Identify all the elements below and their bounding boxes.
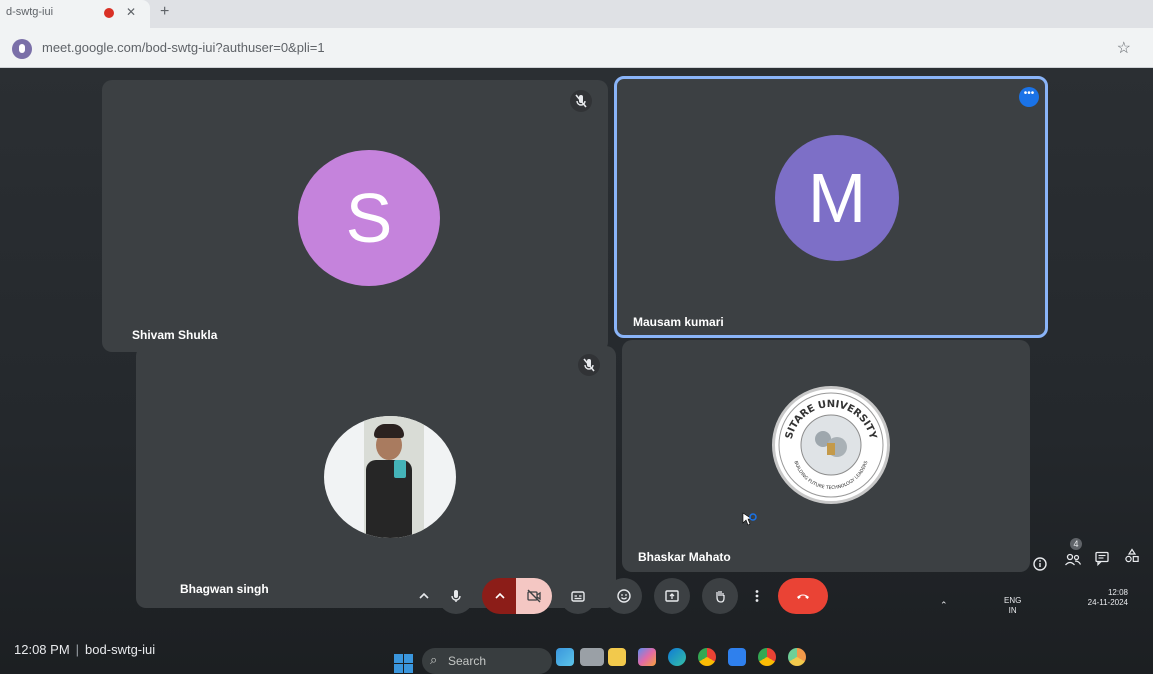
avatar: S <box>298 150 440 286</box>
star-icon[interactable]: ☆ <box>1117 38 1131 58</box>
meeting-time: 12:08 PM <box>14 642 70 657</box>
university-logo: SITARE UNIVERSITY BUILDING FUTURE TECHNO… <box>772 386 890 504</box>
chevron-up-icon[interactable]: ⌃ <box>940 600 948 610</box>
url-field[interactable]: meet.google.com/bod-swtg-iui?authuser=0&… <box>42 40 325 55</box>
participant-tile-mausam[interactable]: M ••• Mausam kumari <box>614 76 1048 338</box>
more-options-icon[interactable]: ••• <box>1019 87 1039 107</box>
chevron-up-icon <box>419 592 429 599</box>
edge-icon[interactable] <box>668 648 686 666</box>
emoji-icon <box>617 589 631 603</box>
reactions-button[interactable] <box>606 578 642 614</box>
tab-title: d-swtg-iui <box>6 6 54 18</box>
participant-tile-bhaskar[interactable]: SITARE UNIVERSITY BUILDING FUTURE TECHNO… <box>622 340 1030 572</box>
participant-tile-bhagwan[interactable]: Bhagwan singh <box>136 346 616 608</box>
system-tray: ⌃ <box>940 600 948 611</box>
clock-date: 24-11-2024 <box>1087 598 1128 607</box>
widgets-icon[interactable] <box>556 648 574 666</box>
windows-taskbar: ⌕ Search <box>370 640 1153 674</box>
info-icon[interactable] <box>1032 556 1054 578</box>
recording-dot-icon <box>104 8 114 18</box>
tab-strip: d-swtg-iui ✕ + <box>0 0 1153 28</box>
address-bar: meet.google.com/bod-swtg-iui?authuser=0&… <box>0 28 1153 68</box>
search-label: Search <box>448 654 487 668</box>
captions-icon <box>571 591 585 602</box>
audio-options-button[interactable] <box>412 578 436 614</box>
vscode-icon[interactable] <box>728 648 746 666</box>
participant-name: Shivam Shukla <box>132 328 218 342</box>
language-indicator[interactable]: ENG IN <box>1004 596 1021 616</box>
microphone-icon <box>451 590 461 602</box>
windows-start-icon[interactable] <box>394 654 414 674</box>
chrome-beta-icon[interactable] <box>758 648 776 666</box>
participant-name: Bhaskar Mahato <box>638 550 731 564</box>
raise-hand-button[interactable] <box>702 578 738 614</box>
browser-tab[interactable]: d-swtg-iui ✕ <box>0 0 150 28</box>
chevron-up-icon <box>495 592 505 599</box>
hand-icon <box>716 591 725 603</box>
people-icon[interactable] <box>1064 552 1086 574</box>
phone-hangup-icon <box>797 594 809 599</box>
site-info-icon[interactable] <box>12 39 32 59</box>
people-count-badge: 4 <box>1070 538 1082 550</box>
participant-name: Bhagwan singh <box>180 582 269 596</box>
mic-off-icon <box>570 90 592 112</box>
meeting-info: 12:08 PM | bod-swtg-iui <box>14 642 155 657</box>
tab-close-icon[interactable]: ✕ <box>126 5 136 19</box>
chrome-canary-icon[interactable] <box>788 648 806 666</box>
new-tab-button[interactable]: + <box>160 3 169 21</box>
leave-call-button[interactable] <box>778 578 828 614</box>
present-icon <box>665 590 679 602</box>
video-options-button[interactable] <box>482 578 518 614</box>
copilot-icon[interactable] <box>638 648 656 666</box>
clock[interactable]: 12:08 24-11-2024 <box>1084 588 1128 608</box>
more-options-button[interactable] <box>746 578 768 614</box>
chat-icon[interactable] <box>1094 550 1116 572</box>
folder-icon[interactable] <box>608 648 626 666</box>
separator: | <box>75 642 80 657</box>
file-explorer-icon[interactable] <box>580 648 604 666</box>
avatar: M <box>775 135 899 261</box>
clock-time: 12:08 <box>1107 588 1128 597</box>
search-icon: ⌕ <box>430 652 438 667</box>
microphone-button[interactable] <box>438 578 474 614</box>
chrome-icon[interactable] <box>698 648 716 666</box>
participant-tile-shivam[interactable]: S Shivam Shukla <box>102 80 608 352</box>
captions-button[interactable] <box>560 578 596 614</box>
mouse-cursor-icon <box>742 512 758 533</box>
mic-off-icon <box>578 354 600 376</box>
camera-off-icon <box>527 589 541 603</box>
participant-name: Mausam kumari <box>633 315 724 329</box>
avatar <box>324 416 456 538</box>
taskbar-search[interactable]: ⌕ Search <box>422 648 552 674</box>
activities-icon[interactable] <box>1124 548 1146 570</box>
meeting-code: bod-swtg-iui <box>85 642 156 657</box>
more-vert-icon <box>755 590 759 602</box>
camera-off-button[interactable] <box>516 578 552 614</box>
present-button[interactable] <box>654 578 690 614</box>
